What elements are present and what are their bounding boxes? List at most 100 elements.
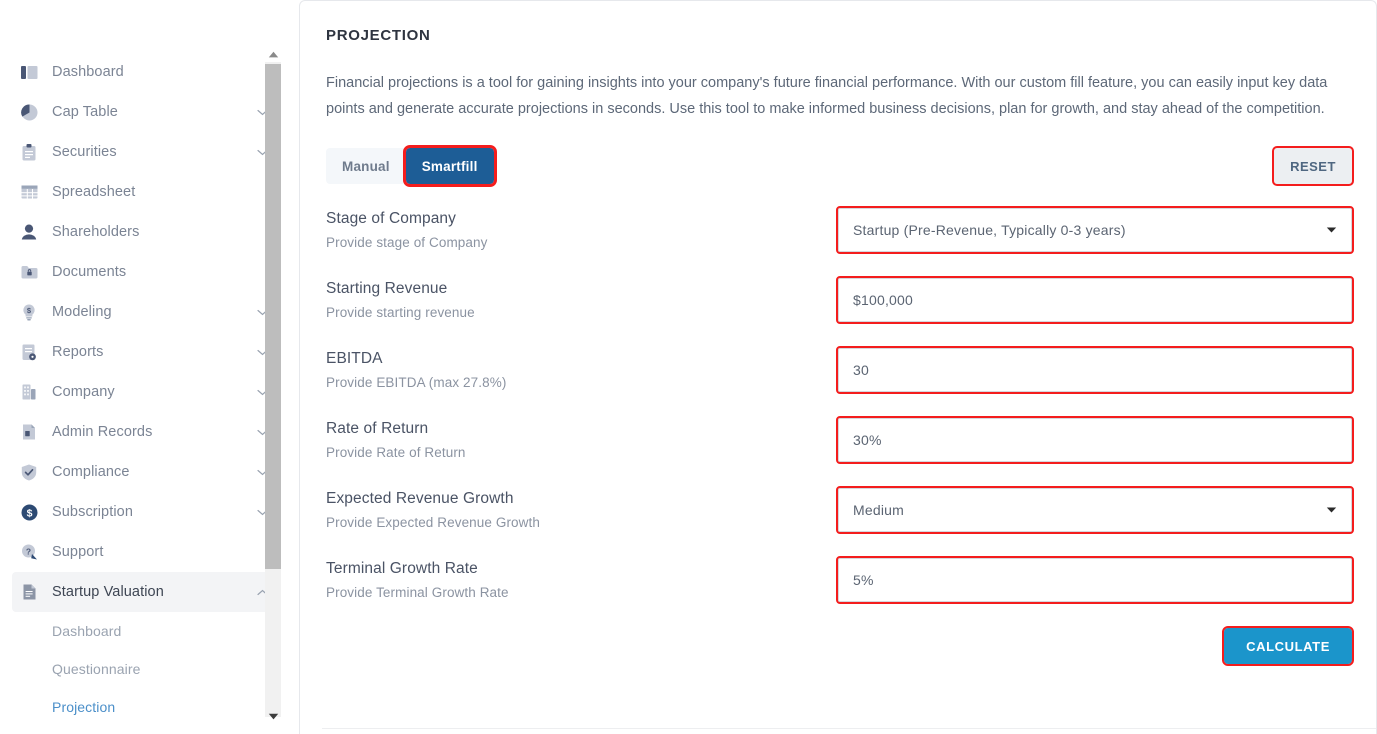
sidebar-item-spreadsheet[interactable]: Spreadsheet <box>12 172 278 212</box>
svg-text:?: ? <box>25 547 30 557</box>
scroll-up-arrow-icon[interactable] <box>264 44 282 64</box>
sidebar-scrollbar[interactable] <box>264 0 282 734</box>
shield-check-icon <box>20 463 38 481</box>
mode-toolbar: Manual Smartfill RESET <box>326 144 1354 188</box>
sidebar-item-company[interactable]: Company <box>12 372 278 412</box>
sidebar-item-label: Spreadsheet <box>52 184 136 200</box>
reset-button[interactable]: RESET <box>1272 146 1354 186</box>
field-title: Rate of Return <box>326 420 429 437</box>
field-row-ebitda: EBITDA Provide EBITDA (max 27.8%) 30 <box>326 346 1354 394</box>
sidebar-item-admin-records[interactable]: Admin Records <box>12 412 278 452</box>
panel-bottom-divider <box>322 728 1376 729</box>
dashboard-icon <box>20 63 38 81</box>
field-title: EBITDA <box>326 350 383 367</box>
table-icon <box>20 183 38 201</box>
mode-segmented-control: Manual Smartfill <box>326 145 497 187</box>
field-row-starting-revenue: Starting Revenue Provide starting revenu… <box>326 276 1354 324</box>
field-row-stage-of-company: Stage of Company Provide stage of Compan… <box>326 206 1354 254</box>
sidebar-nav-list: Dashboard Cap Table Securities Spreadshe… <box>0 0 290 734</box>
rate-of-return-input[interactable]: 30% <box>836 416 1354 464</box>
sidebar-item-label: Securities <box>52 144 117 160</box>
stage-of-company-select[interactable]: Startup (Pre-Revenue, Typically 0-3 year… <box>836 206 1354 254</box>
expected-revenue-growth-select[interactable]: Medium <box>836 486 1354 534</box>
sidebar-subitem-projection[interactable]: Projection <box>0 688 290 726</box>
field-hint: Provide EBITDA (max 27.8%) <box>326 375 507 390</box>
calculate-button[interactable]: CALCULATE <box>1222 626 1354 666</box>
sidebar-subitem-dashboard[interactable]: Dashboard <box>0 612 290 650</box>
sidebar-item-cap-table[interactable]: Cap Table <box>12 92 278 132</box>
sidebar-item-compliance[interactable]: Compliance <box>12 452 278 492</box>
sidebar-item-label: Support <box>52 544 104 560</box>
sidebar-item-support[interactable]: ? Support <box>12 532 278 572</box>
dollar-circle-icon: $ <box>20 503 38 521</box>
sidebar-subitem-questionnaire[interactable]: Questionnaire <box>0 650 290 688</box>
document-icon <box>20 583 38 601</box>
field-title: Stage of Company <box>326 210 456 227</box>
sidebar-item-label: Shareholders <box>52 224 140 240</box>
sidebar-item-label: Cap Table <box>52 104 118 120</box>
main-content: PROJECTION Financial projections is a to… <box>290 0 1377 734</box>
sidebar-item-label: Documents <box>52 264 127 280</box>
field-row-expected-revenue-growth: Expected Revenue Growth Provide Expected… <box>326 486 1354 534</box>
building-icon <box>20 383 38 401</box>
field-title: Expected Revenue Growth <box>326 490 514 507</box>
startup-valuation-submenu: Dashboard Questionnaire Projection Softw… <box>0 612 290 734</box>
ebitda-input[interactable]: 30 <box>836 346 1354 394</box>
field-row-terminal-growth-rate: Terminal Growth Rate Provide Terminal Gr… <box>326 556 1354 604</box>
svg-text:$: $ <box>26 507 32 519</box>
field-hint: Provide starting revenue <box>326 305 475 320</box>
scroll-down-arrow-icon[interactable] <box>264 706 282 726</box>
field-row-rate-of-return: Rate of Return Provide Rate of Return 30… <box>326 416 1354 464</box>
select-value: Startup (Pre-Revenue, Typically 0-3 year… <box>853 222 1126 238</box>
sidebar-item-dashboard[interactable]: Dashboard <box>12 52 278 92</box>
pie-chart-icon <box>20 103 38 121</box>
field-hint: Provide Terminal Growth Rate <box>326 585 509 600</box>
field-label-group: Starting Revenue Provide starting revenu… <box>326 278 838 320</box>
field-title: Terminal Growth Rate <box>326 560 478 577</box>
archive-icon <box>20 423 38 441</box>
sidebar-item-label: Subscription <box>52 504 133 520</box>
sidebar-item-shareholders[interactable]: Shareholders <box>12 212 278 252</box>
field-title: Starting Revenue <box>326 280 448 297</box>
select-value: Medium <box>853 502 904 518</box>
page-description: Financial projections is a tool for gain… <box>326 75 1328 117</box>
input-value: 30 <box>853 362 869 378</box>
clipboard-icon <box>20 143 38 161</box>
field-label-group: Expected Revenue Growth Provide Expected… <box>326 488 838 530</box>
scrollbar-thumb[interactable] <box>265 64 281 569</box>
input-value: 30% <box>853 432 882 448</box>
smartfill-tab[interactable]: Smartfill <box>402 145 497 187</box>
manual-tab[interactable]: Manual <box>326 148 406 184</box>
terminal-growth-rate-input[interactable]: 5% <box>836 556 1354 604</box>
app-root: Dashboard Cap Table Securities Spreadshe… <box>0 0 1377 734</box>
sidebar-item-startup-valuation[interactable]: Startup Valuation <box>12 572 278 612</box>
field-label-group: Terminal Growth Rate Provide Terminal Gr… <box>326 558 838 600</box>
field-label-group: Stage of Company Provide stage of Compan… <box>326 208 838 250</box>
report-icon <box>20 343 38 361</box>
sidebar-item-label: Modeling <box>52 304 112 320</box>
sidebar-item-label: Admin Records <box>52 424 153 440</box>
sidebar-subitem-software-valuation[interactable]: Software Valuation <box>0 726 290 734</box>
chevron-down-icon <box>1326 507 1337 514</box>
chevron-down-icon <box>1326 227 1337 234</box>
field-label-group: Rate of Return Provide Rate of Return <box>326 418 838 460</box>
sidebar-item-label: Reports <box>52 344 104 360</box>
sidebar-item-securities[interactable]: Securities <box>12 132 278 172</box>
person-icon <box>20 223 38 241</box>
sidebar-item-label: Company <box>52 384 115 400</box>
sidebar: Dashboard Cap Table Securities Spreadshe… <box>0 0 290 734</box>
field-hint: Provide stage of Company <box>326 235 488 250</box>
sidebar-item-label: Startup Valuation <box>52 584 164 600</box>
projection-panel: PROJECTION Financial projections is a to… <box>299 0 1377 734</box>
sidebar-item-modeling[interactable]: $ Modeling <box>12 292 278 332</box>
input-value: $100,000 <box>853 292 913 308</box>
sidebar-item-reports[interactable]: Reports <box>12 332 278 372</box>
lightbulb-icon: $ <box>20 303 38 321</box>
sidebar-item-subscription[interactable]: $ Subscription <box>12 492 278 532</box>
sidebar-item-label: Compliance <box>52 464 130 480</box>
sidebar-item-documents[interactable]: Documents <box>12 252 278 292</box>
starting-revenue-input[interactable]: $100,000 <box>836 276 1354 324</box>
field-hint: Provide Rate of Return <box>326 445 466 460</box>
support-chat-icon: ? <box>20 543 38 561</box>
input-value: 5% <box>853 572 874 588</box>
